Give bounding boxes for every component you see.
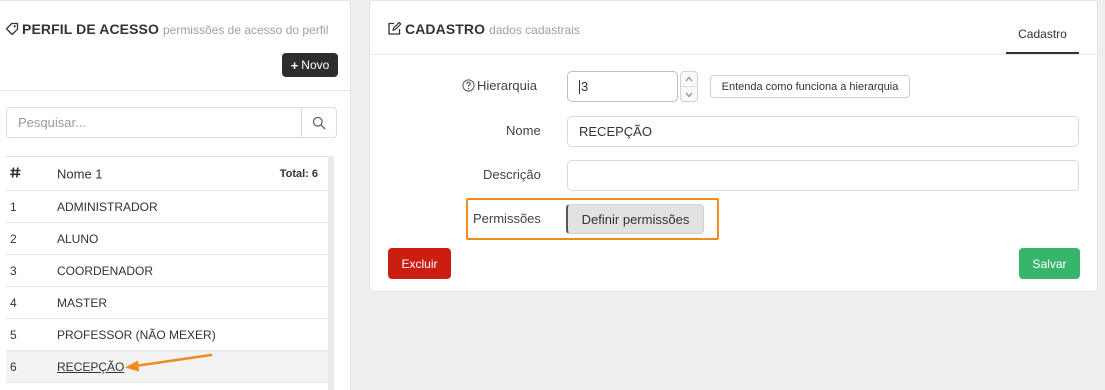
- permissions-label: Permissões: [473, 211, 541, 226]
- list-scrollbar[interactable]: [328, 156, 334, 390]
- column-header-name[interactable]: Nome 1: [57, 166, 103, 181]
- stepper-down[interactable]: [681, 87, 697, 102]
- name-label: Nome: [506, 123, 541, 138]
- divider: [370, 54, 1099, 55]
- hierarchy-input[interactable]: 3: [567, 71, 678, 102]
- profile-list-title: PERFIL DE ACESSO: [22, 21, 159, 37]
- profile-list-subtitle: permissões de acesso do perfil: [162, 23, 329, 37]
- row-id: 3: [10, 263, 17, 278]
- table-row[interactable]: 5 PROFESSOR (NÃO MEXER): [6, 319, 328, 351]
- hierarchy-label: Hierarquia: [477, 78, 537, 93]
- new-profile-button[interactable]: + Novo: [282, 53, 338, 77]
- search-input[interactable]: [7, 108, 301, 137]
- hierarchy-value: 3: [581, 79, 589, 94]
- chevron-down-icon: [685, 92, 693, 97]
- profile-table: Nome 1 Total: 6 1 ADMINISTRADOR 2 ALUNO …: [6, 156, 328, 383]
- tab-cadastro[interactable]: Cadastro: [1006, 16, 1079, 54]
- cadastro-panel: CADASTRO dados cadastrais Cadastro Hierar…: [369, 0, 1099, 292]
- define-permissions-button[interactable]: Definir permissões: [566, 204, 704, 234]
- delete-button[interactable]: Excluir: [388, 248, 451, 279]
- search-button[interactable]: [301, 108, 336, 137]
- table-row[interactable]: 2 ALUNO: [6, 223, 328, 255]
- question-circle-icon[interactable]: [462, 79, 475, 92]
- row-name-link[interactable]: RECEPÇÃO: [57, 360, 124, 374]
- search-icon: [312, 116, 326, 130]
- hash-icon: [10, 166, 21, 181]
- cadastro-subtitle: dados cadastrais: [489, 23, 580, 37]
- description-input[interactable]: [567, 160, 1079, 191]
- cadastro-title: CADASTRO: [405, 21, 486, 37]
- search-box: [6, 107, 337, 138]
- profile-list-panel: PERFIL DE ACESSO permissões de acesso do …: [0, 0, 352, 390]
- row-id: 4: [10, 295, 17, 310]
- table-header: Nome 1 Total: 6: [6, 157, 328, 191]
- edit-icon: [388, 21, 402, 35]
- hierarchy-help-button[interactable]: Entenda como funciona a hierarquia: [710, 75, 910, 98]
- hierarchy-stepper[interactable]: [680, 71, 698, 102]
- divider: [0, 90, 352, 91]
- annotation-arrow: [125, 353, 213, 372]
- profile-list-header: PERFIL DE ACESSO permissões de acesso do …: [5, 21, 328, 39]
- plus-icon: +: [290, 57, 299, 73]
- row-name: ADMINISTRADOR: [57, 199, 158, 214]
- table-row[interactable]: 1 ADMINISTRADOR: [6, 191, 328, 223]
- stepper-up[interactable]: [681, 72, 697, 87]
- hierarchy-label-group: Hierarquia: [462, 78, 537, 93]
- row-name: PROFESSOR (NÃO MEXER): [57, 327, 216, 342]
- row-name: COORDENADOR: [57, 263, 154, 278]
- row-id: 5: [10, 327, 17, 342]
- description-label: Descrição: [483, 167, 541, 182]
- row-name: ALUNO: [57, 231, 99, 246]
- save-button[interactable]: Salvar: [1019, 248, 1080, 279]
- row-id: 1: [10, 199, 17, 214]
- row-id: 2: [10, 231, 17, 246]
- name-input[interactable]: RECEPÇÃO: [567, 116, 1079, 147]
- total-count: Total: 6: [279, 167, 318, 180]
- chevron-up-icon: [685, 76, 693, 82]
- text-cursor: [579, 79, 580, 94]
- new-profile-button-label: Novo: [301, 58, 330, 72]
- tag-icon: [5, 22, 19, 36]
- table-row[interactable]: 4 MASTER: [6, 287, 328, 319]
- row-name: MASTER: [57, 295, 108, 310]
- row-id: 6: [10, 359, 17, 374]
- cadastro-header: CADASTRO dados cadastrais: [387, 21, 580, 39]
- table-row[interactable]: 3 COORDENADOR: [6, 255, 328, 287]
